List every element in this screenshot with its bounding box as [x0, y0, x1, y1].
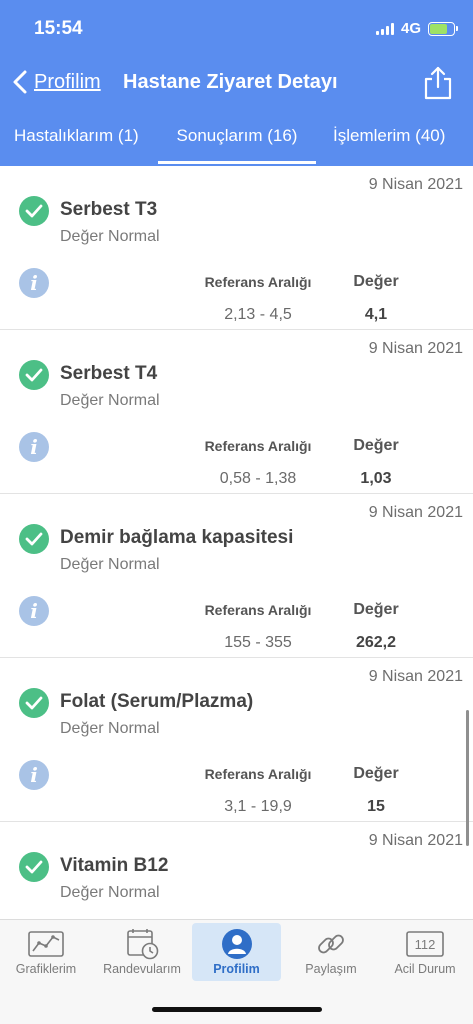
- result-card[interactable]: 9 Nisan 2021 Folat (Serum/Plazma) Değer …: [0, 658, 473, 822]
- result-date: 9 Nisan 2021: [368, 832, 463, 849]
- reference-range-value: 2,13 - 4,5: [224, 306, 292, 323]
- tab-sharing[interactable]: Paylaşım: [288, 923, 374, 981]
- active-tab-indicator: [158, 161, 316, 164]
- link-icon: [318, 934, 344, 954]
- result-value: 1,03: [360, 470, 392, 487]
- result-date: 9 Nisan 2021: [368, 176, 463, 193]
- battery-icon: [428, 21, 458, 36]
- status-time: 15:54: [34, 18, 83, 39]
- reference-range-label: Referans Aralığı: [204, 602, 312, 618]
- tab-profile-label: Profilim: [213, 962, 260, 976]
- reference-range-value: 3,1 - 19,9: [224, 798, 292, 815]
- result-name: Demir bağlama kapasitesi: [60, 527, 294, 548]
- result-card[interactable]: 9 Nisan 2021 Vitamin B12 Değer Normal: [0, 822, 473, 919]
- info-icon[interactable]: i: [19, 760, 49, 790]
- result-value: 15: [367, 798, 385, 815]
- result-card[interactable]: 9 Nisan 2021 Demir bağlama kapasitesi De…: [0, 494, 473, 658]
- tab-graphs[interactable]: Grafiklerim: [3, 923, 89, 981]
- chart-icon: [28, 931, 64, 957]
- tab-diseases[interactable]: Hastalıklarım (1): [14, 110, 139, 166]
- chevron-left-icon: [13, 70, 27, 94]
- page-title: Hastane Ziyaret Detayı: [123, 71, 338, 93]
- result-date: 9 Nisan 2021: [368, 340, 463, 357]
- tab-emergency[interactable]: 112 Acil Durum: [380, 923, 470, 981]
- tab-graphs-label: Grafiklerim: [15, 962, 77, 976]
- result-status: Değer Normal: [60, 228, 160, 245]
- reference-range-label: Referans Aralığı: [204, 766, 312, 782]
- tab-sharing-label: Paylaşım: [305, 962, 357, 976]
- tab-profile[interactable]: Profilim: [192, 923, 281, 981]
- tab-results[interactable]: Sonuçlarım (16): [158, 110, 316, 166]
- result-status: Değer Normal: [60, 884, 160, 901]
- tab-bar-top: Hastalıklarım (1) Sonuçlarım (16) İşleml…: [0, 110, 473, 166]
- reference-range-value: 155 - 355: [224, 634, 292, 651]
- reference-range-label: Referans Aralığı: [204, 438, 312, 454]
- value-label: Değer: [353, 765, 399, 782]
- value-label: Değer: [353, 437, 399, 454]
- value-label: Değer: [353, 273, 399, 290]
- network-type: 4G: [400, 20, 421, 37]
- result-value: 262,2: [355, 634, 397, 651]
- back-button[interactable]: Profilim: [10, 68, 101, 96]
- check-icon: [19, 360, 49, 390]
- results-list[interactable]: 9 Nisan 2021 Serbest T3 Değer Normal i R…: [0, 166, 473, 919]
- info-icon[interactable]: i: [19, 268, 49, 298]
- tab-emergency-label: Acil Durum: [394, 962, 456, 976]
- status-indicators: 4G: [375, 20, 458, 37]
- result-card[interactable]: 9 Nisan 2021 Serbest T4 Değer Normal i R…: [0, 330, 473, 494]
- result-status: Değer Normal: [60, 392, 160, 409]
- result-name: Serbest T3: [60, 199, 158, 220]
- tab-appointments-label: Randevularım: [103, 962, 181, 976]
- result-value: 4,1: [364, 306, 388, 323]
- tab-procedures[interactable]: İşlemlerim (40): [333, 110, 445, 166]
- check-icon: [19, 688, 49, 718]
- calendar-clock-icon: [127, 929, 159, 960]
- result-name: Folat (Serum/Plazma): [60, 691, 254, 712]
- result-name: Vitamin B12: [60, 855, 169, 876]
- signal-icon: [375, 22, 394, 35]
- reference-range-label: Referans Aralığı: [204, 274, 312, 290]
- result-date: 9 Nisan 2021: [368, 504, 463, 521]
- home-indicator: [152, 1007, 322, 1012]
- back-label: Profilim: [34, 70, 101, 93]
- value-label: Değer: [353, 601, 399, 618]
- scrollbar[interactable]: [466, 710, 469, 846]
- header: 15:54 4G Profilim Hastane Ziyaret Detayı…: [0, 0, 473, 166]
- result-card[interactable]: 9 Nisan 2021 Serbest T3 Değer Normal i R…: [0, 166, 473, 330]
- check-icon: [19, 852, 49, 882]
- result-status: Değer Normal: [60, 556, 160, 573]
- check-icon: [19, 196, 49, 226]
- result-status: Değer Normal: [60, 720, 160, 737]
- emergency-112-icon: 112: [406, 931, 444, 957]
- emergency-badge: 112: [415, 937, 436, 952]
- result-date: 9 Nisan 2021: [368, 668, 463, 685]
- info-icon[interactable]: i: [19, 596, 49, 626]
- share-icon[interactable]: [423, 66, 453, 100]
- check-icon: [19, 524, 49, 554]
- info-icon[interactable]: i: [19, 432, 49, 462]
- profile-icon: [221, 929, 252, 959]
- tab-appointments[interactable]: Randevularım: [96, 923, 188, 981]
- result-name: Serbest T4: [60, 363, 158, 384]
- reference-range-value: 0,58 - 1,38: [219, 470, 297, 487]
